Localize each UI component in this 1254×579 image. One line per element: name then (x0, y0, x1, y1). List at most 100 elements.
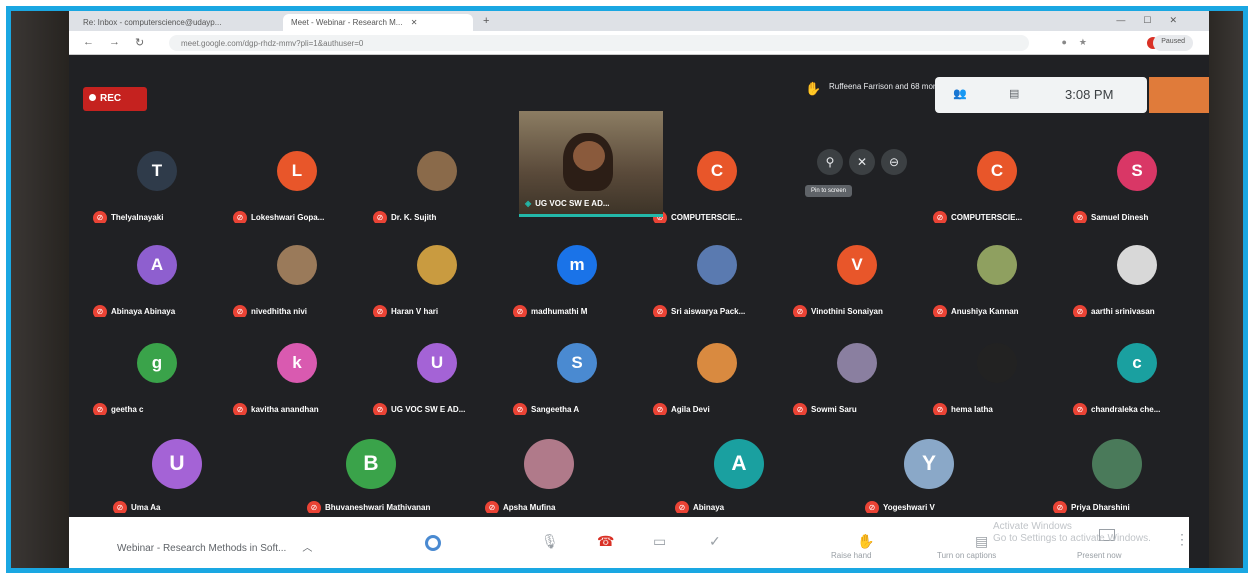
participant-nameplate: ⊘ Anushiya Kannan (933, 303, 1063, 317)
participant-tile[interactable]: S ⊘ Samuel Dinesh (1067, 139, 1207, 231)
mic-off-icon: ⊘ (1073, 304, 1087, 317)
mic-off-icon: ⊘ (513, 304, 527, 317)
rec-label: REC (100, 93, 122, 104)
participant-tile[interactable]: ⊘ Dr. K. Sujith (367, 139, 507, 231)
mute-mic-icon[interactable]: ✕ (849, 149, 875, 175)
remove-icon[interactable]: ⊖ (881, 149, 907, 175)
participant-tile[interactable]: k ⊘ kavitha anandhan (227, 331, 367, 423)
new-tab-icon[interactable]: + (483, 15, 489, 27)
participant-avatar: g (137, 343, 177, 383)
meeting-details-button[interactable]: Webinar - Research Methods in Soft... ︿ (117, 539, 312, 554)
forward-icon[interactable]: → (109, 36, 120, 48)
raise-hand-icon[interactable]: ✋ (857, 533, 874, 550)
window-controls[interactable]: —☐✕ (1116, 15, 1195, 26)
close-tab-icon[interactable]: ✕ (411, 18, 418, 27)
present-button[interactable]: Present now (1077, 551, 1121, 560)
participant-avatar (417, 151, 457, 191)
participant-tile[interactable]: ⊘ Agila Devi (647, 331, 787, 423)
people-icon[interactable]: 👥 (953, 87, 967, 100)
mic-off-icon: ⊘ (933, 210, 947, 223)
participant-name: Vinothini Sonaiyan (811, 307, 883, 317)
participant-name: COMPUTERSCIE... (671, 213, 743, 223)
monitor-screen: Re: Inbox - computerscience@udayp... Mee… (69, 11, 1209, 568)
paused-badge[interactable]: Paused (1153, 35, 1193, 51)
mic-off-icon: ⊘ (233, 402, 247, 415)
participant-video-tile[interactable]: ◈ UG VOC SW E AD... (519, 111, 663, 217)
mic-off-icon: ⊘ (373, 210, 387, 223)
participant-avatar: S (557, 343, 597, 383)
participant-name: madhumathi M (531, 307, 588, 317)
participant-tile[interactable]: C ⊘ COMPUTERSCIE... (927, 139, 1067, 231)
photo-frame: Re: Inbox - computerscience@udayp... Mee… (6, 6, 1248, 573)
url-field[interactable]: meet.google.com/dgp-rhdz-mmv?pli=1&authu… (169, 35, 1029, 51)
mic-off-icon: ⊘ (93, 402, 107, 415)
participant-tile[interactable]: ⊘ Apsha Mufina (479, 429, 619, 521)
participant-tile[interactable]: S ⊘ Sangeetha A (507, 331, 647, 423)
shield-icon[interactable] (425, 535, 441, 551)
participant-tile[interactable]: ⊘ Haran V hari (367, 233, 507, 325)
mic-off-icon: ⊘ (485, 500, 499, 513)
camera-icon[interactable]: ▭ (653, 533, 666, 550)
participant-name: kavitha anandhan (251, 405, 319, 415)
reload-icon[interactable]: ↻ (135, 36, 144, 49)
participant-tile[interactable]: L ⊘ Lokeshwari Gopa... (227, 139, 367, 231)
back-icon[interactable]: ← (83, 36, 94, 48)
participant-tile[interactable]: T ⊘ Thelyalnayaki (87, 139, 227, 231)
participant-tile[interactable]: ⊘ hema latha (927, 331, 1067, 423)
participant-tile[interactable]: ⊘ aarthi srinivasan (1067, 233, 1207, 325)
browser-tab-inbox[interactable]: Re: Inbox - computerscience@udayp... (75, 14, 275, 31)
participant-name: aarthi srinivasan (1091, 307, 1155, 317)
extension-icons[interactable]: ●★ (1061, 37, 1099, 48)
participant-tile[interactable]: U ⊘ Uma Aa (107, 429, 247, 521)
raised-hand-text: Ruffeena Farrison and 68 more (829, 82, 941, 91)
participant-name: Apsha Mufina (503, 503, 556, 513)
participant-tile[interactable]: C ⊘ COMPUTERSCIE... (647, 139, 787, 231)
mic-off-icon: ⊘ (933, 304, 947, 317)
participant-nameplate: ⊘ Abinaya Abinaya (93, 303, 223, 317)
participant-tile[interactable]: A ⊘ Abinaya Abinaya (87, 233, 227, 325)
participant-name: Lokeshwari Gopa... (251, 213, 325, 223)
participant-name: Haran V hari (391, 307, 439, 317)
participant-nameplate: ⊘ Thelyalnayaki (93, 209, 223, 223)
participant-tile[interactable]: ⊘ nivedhitha nivi (227, 233, 367, 325)
more-toggle-icon[interactable]: ✓ (709, 533, 721, 550)
participant-tile[interactable]: c ⊘ chandraleka che... (1067, 331, 1207, 423)
participant-avatar: A (137, 245, 177, 285)
participant-tile[interactable]: ⊘ Sowmi Saru (787, 331, 927, 423)
browser-tab-meet[interactable]: Meet - Webinar - Research M... ✕ (283, 14, 473, 31)
participant-face (573, 141, 605, 171)
participant-tile[interactable]: Y ⊘ Yogeshwari V (859, 429, 999, 521)
participant-avatar: c (1117, 343, 1157, 383)
activate-windows-watermark: Activate Windows Go to Settings to activ… (993, 521, 1151, 545)
participant-tile[interactable]: ⊘ Anushiya Kannan (927, 233, 1067, 325)
microphone-icon[interactable]: 🎙 (541, 533, 559, 550)
chat-icon[interactable]: ▤ (1009, 87, 1019, 100)
participant-tile[interactable]: m ⊘ madhumathi M (507, 233, 647, 325)
participant-name: hema latha (951, 405, 993, 415)
activities-tab[interactable] (1149, 77, 1209, 113)
participant-avatar (277, 245, 317, 285)
raise-hand-button[interactable]: Raise hand (831, 551, 871, 560)
mic-off-icon: ⊘ (513, 402, 527, 415)
mic-off-icon: ⊘ (93, 210, 107, 223)
participant-name: Yogeshwari V (883, 503, 935, 513)
participant-tile[interactable]: ⊘ Priya Dharshini (1047, 429, 1187, 521)
captions-icon[interactable]: ▤ (975, 533, 988, 550)
speaking-icon: ◈ (525, 199, 532, 208)
participant-tile[interactable]: V ⊘ Vinothini Sonaiyan (787, 233, 927, 325)
participant-tile[interactable]: B ⊘ Bhuvaneshwari Mathivanan (301, 429, 441, 521)
mic-off-icon: ⊘ (373, 304, 387, 317)
participant-tile[interactable]: A ⊘ Abinaya (669, 429, 809, 521)
participant-name: Dr. K. Sujith (391, 213, 437, 223)
captions-button[interactable]: Turn on captions (937, 551, 996, 560)
meeting-info-panel: 👥 ▤ 3:08 PM (935, 77, 1147, 113)
end-call-icon[interactable]: ☎ (597, 533, 614, 550)
participant-tile[interactable]: U ⊘ UG VOC SW E AD... (367, 331, 507, 423)
pin-icon[interactable]: ⚲ (817, 149, 843, 175)
participant-avatar (977, 245, 1017, 285)
more-options-icon[interactable]: ⋮ (1175, 531, 1189, 548)
mic-off-icon: ⊘ (793, 402, 807, 415)
mic-off-icon: ⊘ (233, 304, 247, 317)
participant-tile[interactable]: ⊘ Sri aiswarya Pack... (647, 233, 787, 325)
participant-tile[interactable]: g ⊘ geetha c (87, 331, 227, 423)
